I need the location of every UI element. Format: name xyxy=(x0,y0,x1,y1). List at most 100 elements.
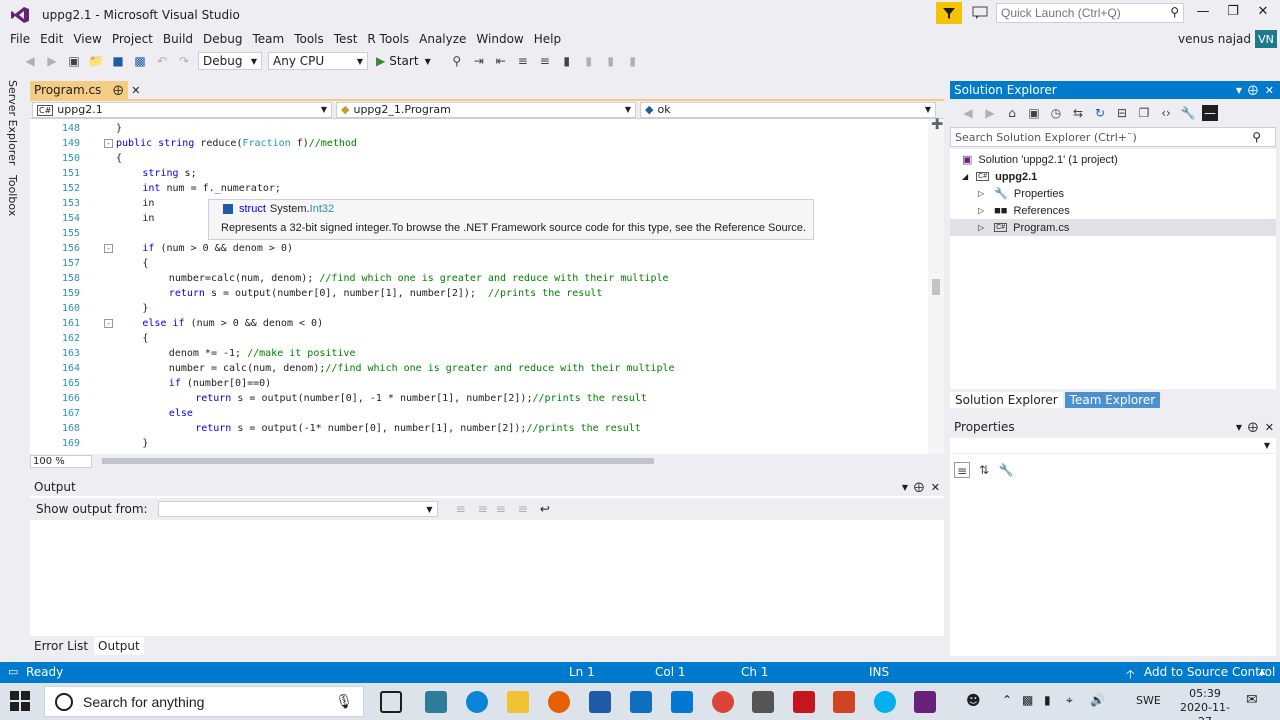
microphone-icon[interactable]: 🎙 xyxy=(335,693,353,710)
tab-toolbox[interactable]: Toolbox xyxy=(6,175,19,216)
start-button[interactable]: ▶ Start ▼ xyxy=(376,54,431,68)
tree-references-node[interactable]: ▷ ■■ References xyxy=(950,202,1276,219)
back-icon[interactable]: ◀ xyxy=(960,105,976,121)
quick-launch-box[interactable]: ⚲ xyxy=(996,3,1184,23)
sync-icon[interactable]: ⇆ xyxy=(1070,105,1086,121)
redo-icon[interactable]: ↷ xyxy=(176,53,192,69)
close-window-button[interactable]: ✕ xyxy=(1248,4,1278,24)
tooltip-type[interactable]: Int32 xyxy=(310,203,334,215)
menu-r-tools[interactable]: R Tools xyxy=(366,32,409,46)
horizontal-scroll-thumb[interactable] xyxy=(102,458,654,464)
skype-icon[interactable] xyxy=(874,691,896,713)
store-icon[interactable] xyxy=(589,691,611,713)
forward-icon[interactable]: ▶ xyxy=(982,105,998,121)
show-all-files-icon[interactable]: ❐ xyxy=(1136,105,1152,121)
avatar[interactable]: VN xyxy=(1255,30,1277,48)
tab-server-explorer[interactable]: Server Explorer xyxy=(6,80,19,165)
clear-bookmarks-icon[interactable]: ▮ xyxy=(625,53,641,69)
find-message-icon[interactable]: ≡ xyxy=(456,502,466,516)
menu-file[interactable]: File xyxy=(9,32,30,46)
menu-view[interactable]: View xyxy=(72,32,101,46)
chevron-down-icon[interactable]: ▼ xyxy=(1236,423,1242,432)
bookmark-icon[interactable]: ▮ xyxy=(559,53,575,69)
navigate-back-icon[interactable]: ◀ xyxy=(22,53,38,69)
tree-project-node[interactable]: ◢ C# uppg2.1 xyxy=(950,168,1276,185)
windows-start-icon[interactable] xyxy=(10,691,30,711)
taskbar-search-box[interactable]: Search for anything 🎙 xyxy=(44,686,364,717)
view-code-icon[interactable]: ‹› xyxy=(1158,105,1174,121)
task-view-icon[interactable] xyxy=(380,691,402,713)
tab-error-list[interactable]: Error List xyxy=(30,637,92,655)
indent-icon[interactable]: ⇥ xyxy=(471,53,487,69)
navigate-forward-icon[interactable]: ▶ xyxy=(44,53,60,69)
outdent-icon[interactable]: ⇤ xyxy=(493,53,509,69)
menu-project[interactable]: Project xyxy=(111,32,153,46)
object-select[interactable]: ▼ xyxy=(950,440,1276,454)
solution-search-box[interactable]: Search Solution Explorer (Ctrl+¨) ⚲ xyxy=(950,127,1276,147)
menu-help[interactable]: Help xyxy=(533,32,561,46)
menu-window[interactable]: Window xyxy=(475,32,523,46)
menu-build[interactable]: Build xyxy=(162,32,193,46)
chevron-up-icon[interactable]: ▲ xyxy=(1259,667,1265,676)
pin-icon[interactable]: ⨁ xyxy=(113,85,123,96)
collapse-region-icon[interactable]: - xyxy=(104,244,113,253)
snipping-tool-icon[interactable] xyxy=(752,691,774,713)
pending-changes-icon[interactable]: ◷ xyxy=(1048,105,1064,121)
member-dropdown[interactable]: ◆ ok ▼ xyxy=(640,101,936,118)
outlook-icon[interactable] xyxy=(671,691,693,713)
close-icon[interactable]: ✕ xyxy=(1265,421,1274,434)
undo-icon[interactable]: ↶ xyxy=(154,53,170,69)
calculator-icon[interactable] xyxy=(425,691,447,713)
class-dropdown[interactable]: ◆ uppg2_1.Program ▼ xyxy=(336,101,636,118)
split-icon[interactable]: ➕ xyxy=(931,119,943,133)
solution-platform-select[interactable]: Any CPU ▼ xyxy=(268,52,368,70)
menu-debug[interactable]: Debug xyxy=(202,32,242,46)
preview-icon[interactable]: — xyxy=(1202,105,1218,121)
save-icon[interactable]: ■ xyxy=(110,53,126,69)
switch-views-icon[interactable]: ▣ xyxy=(1026,105,1042,121)
comment-icon[interactable]: ≡ xyxy=(515,53,531,69)
close-icon[interactable]: ✕ xyxy=(1265,84,1274,97)
menu-test[interactable]: Test xyxy=(333,32,358,46)
find-icon[interactable]: ⚲ xyxy=(449,53,465,69)
property-pages-icon[interactable]: 🔧 xyxy=(998,462,1014,478)
word-wrap-icon[interactable]: ↩ xyxy=(540,502,550,516)
people-icon[interactable]: ☻ xyxy=(966,693,981,709)
maximize-button[interactable]: ❐ xyxy=(1218,4,1248,24)
menu-team[interactable]: Team xyxy=(251,32,284,46)
feedback-icon[interactable] xyxy=(972,6,988,20)
properties-icon[interactable]: 🔧 xyxy=(1180,105,1196,121)
firefox-icon[interactable] xyxy=(548,691,570,713)
taskbar-clock[interactable]: 05:39 2020-11-27 xyxy=(1176,687,1234,720)
prev-bookmark-icon[interactable]: ▮ xyxy=(581,53,597,69)
alphabetical-icon[interactable]: ⇅ xyxy=(976,462,992,478)
open-file-icon[interactable]: 📁 xyxy=(88,53,104,69)
menu-edit[interactable]: Edit xyxy=(39,32,63,46)
file-explorer-icon[interactable] xyxy=(507,691,529,713)
add-to-source-control[interactable]: Add to Source Control xyxy=(1144,665,1275,679)
chevron-down-icon[interactable]: ▼ xyxy=(1236,86,1242,95)
pin-icon[interactable]: ⨁ xyxy=(1248,422,1258,433)
collapse-region-icon[interactable]: - xyxy=(104,319,113,328)
acrobat-icon[interactable] xyxy=(793,691,815,713)
menu-tools[interactable]: Tools xyxy=(293,32,324,46)
pin-icon[interactable]: ⨁ xyxy=(914,482,924,493)
tree-program-cs-node[interactable]: ▷ C# Program.cs xyxy=(950,219,1276,236)
tab-output[interactable]: Output xyxy=(94,637,144,655)
notifications-icon[interactable]: ✉ xyxy=(1246,692,1258,708)
zoom-select[interactable]: 100 % xyxy=(30,455,92,468)
tab-program-cs[interactable]: Program.cs ⨁ ✕ xyxy=(30,81,141,99)
tree-solution-node[interactable]: ▣ Solution 'uppg2.1' (1 project) xyxy=(950,151,1276,168)
categorized-icon[interactable]: ≡ xyxy=(954,462,970,478)
powerpoint-icon[interactable] xyxy=(833,691,855,713)
clear-all-icon[interactable]: ≡ xyxy=(518,502,528,516)
edge-browser-icon[interactable] xyxy=(466,691,488,713)
minimize-button[interactable]: — xyxy=(1188,4,1218,24)
scroll-thumb[interactable] xyxy=(932,279,940,295)
user-name[interactable]: venus najad xyxy=(1178,32,1251,46)
tree-properties-node[interactable]: ▷ 🔧 Properties xyxy=(950,185,1276,202)
editor-vertical-scrollbar[interactable]: ➕ xyxy=(928,119,944,454)
solution-configuration-select[interactable]: Debug ▼ xyxy=(198,52,262,70)
next-message-icon[interactable]: ≡ xyxy=(496,502,506,516)
collapse-all-icon[interactable]: ⊟ xyxy=(1114,105,1130,121)
